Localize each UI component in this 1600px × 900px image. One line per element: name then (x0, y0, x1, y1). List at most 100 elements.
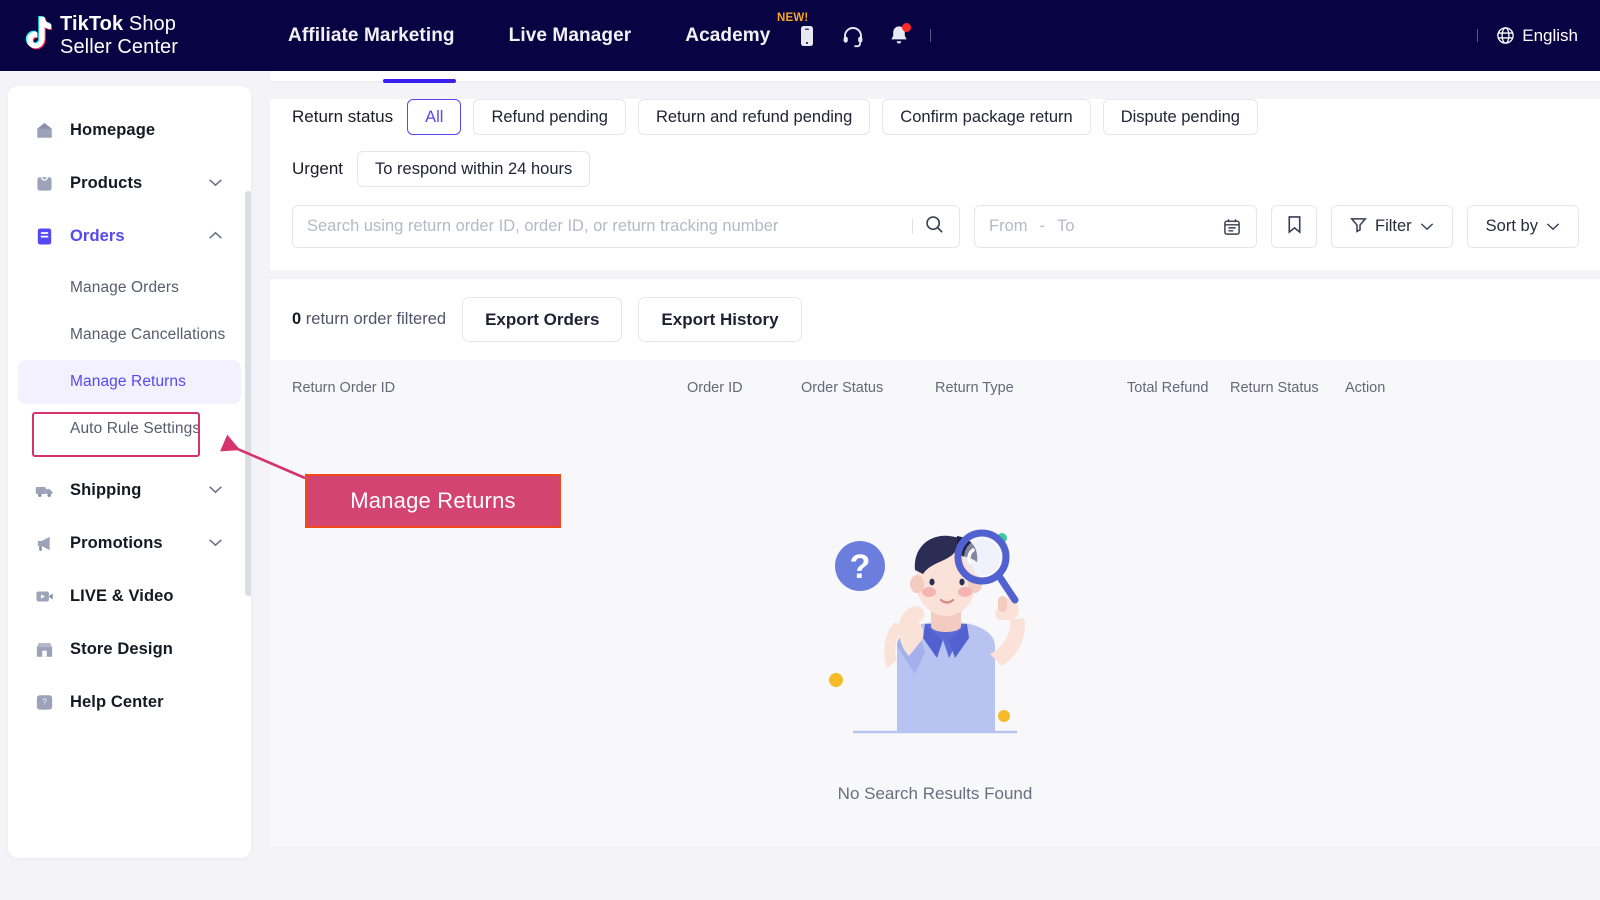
sidebar-item-orders[interactable]: Orders (18, 213, 241, 259)
sidebar-item-manage-orders[interactable]: Manage Orders (18, 266, 241, 310)
sidebar-item-label: LIVE & Video (70, 586, 174, 605)
chip-return-and-refund-pending[interactable]: Return and refund pending (637, 99, 871, 135)
logo-brand-bold: TikTok (60, 13, 124, 36)
app-root: TikTok Shop Seller Center Affiliate Mark… (0, 0, 1600, 900)
filtered-count-suffix: return order filtered (301, 310, 447, 328)
urgent-filter-row: Urgent To respond within 24 hours (270, 151, 1600, 187)
column-order-id: Order ID (687, 380, 743, 396)
sort-label: Sort by (1485, 217, 1538, 235)
svg-text:?: ? (42, 696, 47, 706)
bookmark-button[interactable] (1271, 205, 1317, 248)
funnel-icon (1350, 216, 1367, 238)
date-range-picker[interactable]: From - To (974, 205, 1257, 248)
header-divider-1 (930, 29, 932, 42)
sidebar-sub-label: Manage Cancellations (70, 326, 226, 343)
search-toolbar-row: From - To Filter (270, 205, 1600, 248)
sidebar-item-manage-returns[interactable]: Manage Returns (18, 360, 241, 404)
column-return-order-id: Return Order ID (292, 380, 396, 396)
search-icon[interactable] (924, 214, 945, 240)
search-divider (912, 219, 913, 234)
date-to-placeholder: To (1057, 217, 1075, 235)
nav-label: Affiliate Marketing (288, 24, 455, 46)
table-header-row: Return Order ID Order ID Order Status Re… (270, 360, 1600, 416)
header-divider-2 (1477, 29, 1479, 42)
column-return-type: Return Type (935, 380, 1014, 396)
bag-icon (34, 173, 55, 194)
truck-icon (34, 480, 55, 501)
sort-by-button[interactable]: Sort by (1466, 205, 1579, 248)
chip-refund-pending[interactable]: Refund pending (473, 99, 626, 135)
tab-active-indicator (383, 79, 456, 83)
top-navigation: Affiliate Marketing Live Manager Academy… (288, 12, 808, 47)
mobile-icon[interactable] (784, 16, 830, 56)
calendar-icon[interactable] (1222, 217, 1242, 237)
person-with-magnifier-illustration: ? (829, 529, 1025, 734)
bell-icon[interactable] (876, 16, 922, 56)
column-order-status: Order Status (801, 380, 884, 396)
nav-affiliate-marketing[interactable]: Affiliate Marketing (288, 25, 455, 47)
export-toolbar: 0 return order filtered Export Orders Ex… (270, 279, 1600, 360)
return-status-filter-row: Return status All Refund pending Return … (270, 99, 1600, 135)
filtered-count-number: 0 (292, 310, 302, 328)
chip-confirm-package-return[interactable]: Confirm package return (882, 99, 1091, 135)
sidebar-item-promotions[interactable]: Promotions (18, 520, 241, 566)
chevron-up-icon[interactable] (208, 227, 223, 245)
sidebar-item-label: Help Center (70, 692, 164, 711)
brand-logo[interactable]: TikTok Shop Seller Center (14, 13, 178, 58)
date-dash: - (1039, 217, 1046, 235)
tiktok-note-icon (14, 15, 54, 57)
search-box[interactable] (292, 205, 960, 248)
language-label: English (1522, 25, 1578, 45)
home-icon (34, 120, 55, 141)
logo-brand-rest: Shop (123, 13, 176, 36)
chip-label: Return and refund pending (655, 107, 853, 126)
sidebar-sub-label: Manage Orders (70, 279, 179, 296)
sidebar-item-auto-rule-settings[interactable]: Auto Rule Settings (18, 407, 241, 451)
headset-icon[interactable] (830, 16, 876, 56)
sidebar-scroll-area: Homepage Products Orders Manage Orders M… (8, 86, 251, 725)
sidebar-item-help-center[interactable]: ? Help Center (18, 679, 241, 725)
nav-label: Live Manager (508, 24, 632, 46)
chip-label: Dispute pending (1120, 107, 1240, 126)
top-header-bar: TikTok Shop Seller Center Affiliate Mark… (0, 0, 1600, 71)
sidebar-item-live-and-video[interactable]: LIVE & Video (18, 573, 241, 619)
button-label: Export History (661, 309, 779, 329)
column-return-status: Return Status (1230, 380, 1319, 396)
annotation-callout-label: Manage Returns (350, 488, 516, 513)
sidebar-item-manage-cancellations[interactable]: Manage Cancellations (18, 313, 241, 357)
sidebar-sub-label: Manage Returns (70, 373, 186, 390)
export-history-button[interactable]: Export History (638, 297, 802, 342)
chevron-down-icon[interactable] (208, 174, 223, 192)
chip-respond-within-24-hours[interactable]: To respond within 24 hours (357, 151, 591, 187)
left-sidebar: Homepage Products Orders Manage Orders M… (8, 86, 251, 858)
nav-live-manager[interactable]: Live Manager (509, 25, 632, 47)
orders-list-panel: 0 return order filtered Export Orders Ex… (270, 279, 1600, 846)
filter-button[interactable]: Filter (1331, 205, 1453, 248)
chevron-down-icon[interactable] (208, 534, 223, 552)
chevron-down-icon[interactable] (208, 481, 223, 499)
chip-label: Refund pending (491, 107, 608, 126)
sidebar-item-products[interactable]: Products (18, 160, 241, 206)
store-icon (34, 639, 55, 660)
export-orders-button[interactable]: Export Orders (462, 297, 623, 342)
search-input[interactable] (307, 217, 901, 236)
chip-dispute-pending[interactable]: Dispute pending (1102, 99, 1258, 135)
chip-return-status-all[interactable]: All (407, 99, 462, 135)
orders-icon (34, 226, 55, 247)
notification-dot (902, 22, 912, 32)
sidebar-item-store-design[interactable]: Store Design (18, 626, 241, 672)
sidebar-item-homepage[interactable]: Homepage (18, 107, 241, 153)
sidebar-item-label: Store Design (70, 639, 173, 658)
sidebar-item-label: Orders (70, 226, 125, 245)
nav-academy[interactable]: Academy NEW! (685, 12, 808, 47)
chip-label: All (425, 107, 444, 126)
sidebar-scrollbar[interactable] (245, 191, 251, 596)
language-switcher[interactable]: English (1496, 26, 1578, 46)
button-label: Export Orders (485, 309, 600, 329)
filters-panel: Return status All Refund pending Return … (270, 99, 1600, 270)
megaphone-icon (34, 533, 55, 554)
return-status-label: Return status (292, 107, 394, 126)
globe-icon (1497, 27, 1514, 44)
sidebar-item-label: Products (70, 173, 143, 192)
sidebar-item-shipping[interactable]: Shipping (18, 467, 241, 513)
